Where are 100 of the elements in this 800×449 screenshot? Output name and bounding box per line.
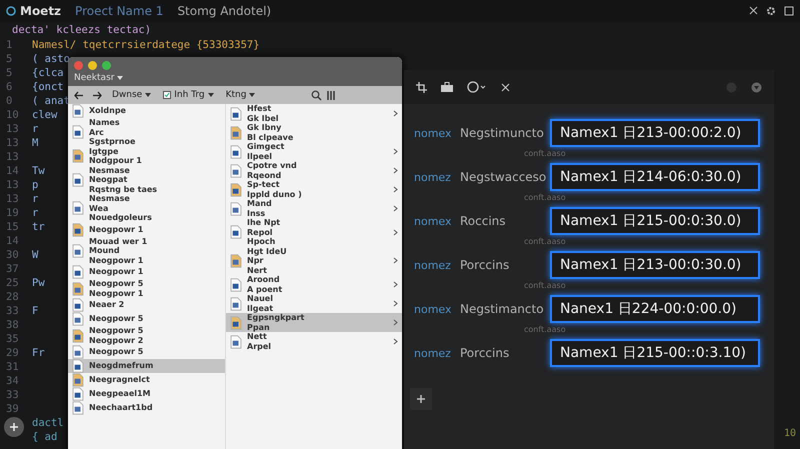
file-icon <box>230 278 242 292</box>
back-icon[interactable] <box>74 90 84 100</box>
line-number: 35 <box>6 332 20 346</box>
file-item[interactable]: Neegragnelct <box>68 373 225 387</box>
value-field[interactable]: Namex1 日213-00:00:2.0) <box>550 119 760 147</box>
file-item[interactable]: Neaer 2 <box>68 298 225 312</box>
minimize-button[interactable] <box>88 60 97 70</box>
file-icon <box>72 201 84 216</box>
file-item[interactable]: Neogdmefrum <box>68 359 225 373</box>
file-item[interactable]: Mouad wer 1 Mound Neogpowr 1 <box>68 236 225 265</box>
file-icon <box>72 172 84 187</box>
plus-icon <box>9 422 19 432</box>
line-number: 31 <box>6 360 20 374</box>
file-item[interactable]: Cpotre vnd Rqeond <box>226 161 402 180</box>
search-icon[interactable] <box>311 90 322 100</box>
file-item[interactable]: Sp-tect Ippld duno ) <box>226 180 402 199</box>
file-item[interactable]: Egpsngkpart Ppan <box>226 313 402 332</box>
add-button[interactable] <box>410 388 432 410</box>
line-number: 14 <box>6 164 20 178</box>
file-icon <box>72 265 84 279</box>
chevron-icon <box>393 167 398 174</box>
line-number: 10 <box>6 108 20 122</box>
filter-icon[interactable] <box>751 82 762 92</box>
value-field[interactable]: Nanex1 日224-00:0:00.0) <box>550 295 760 323</box>
file-item[interactable]: Neechaart1bd <box>68 401 225 415</box>
file-item[interactable]: Neogpowr 5 Neogpowr 2 <box>68 326 225 345</box>
file-item[interactable]: Aroond A poent <box>226 275 402 294</box>
close-icon[interactable] <box>501 82 510 92</box>
file-icon <box>230 225 242 240</box>
file-item[interactable]: Neogpowr 5 <box>68 345 225 359</box>
plus-icon <box>416 394 426 404</box>
file-item[interactable]: Hfest Gk Ibel <box>226 104 402 123</box>
file-item[interactable]: Hgt IdeU Npr Nert <box>226 246 402 275</box>
file-icon <box>230 334 242 348</box>
app-name: Moetz <box>20 4 62 18</box>
file-icon <box>72 104 84 118</box>
file-icon <box>72 373 84 387</box>
maximize-button[interactable] <box>102 60 111 70</box>
caret-icon[interactable] <box>117 76 124 80</box>
crop-icon[interactable] <box>416 82 427 92</box>
briefcase-icon[interactable] <box>441 82 453 92</box>
line-number: 30 <box>6 248 20 262</box>
file-item[interactable]: Neogpowr 5 Neogpowr 1 <box>68 279 225 298</box>
code-line: F <box>32 304 38 318</box>
settings-icon[interactable] <box>766 6 776 16</box>
file-item[interactable]: Xoldnpe <box>68 104 225 118</box>
value-field[interactable]: Namex1 日214-06:0:30.0) <box>550 163 760 191</box>
dropdown-button[interactable]: Inh Trg <box>161 89 216 101</box>
file-item[interactable]: Nesmase Neogpat Rqstng be taes <box>68 166 225 194</box>
row-caption: conft.aaso <box>524 149 566 158</box>
chevron-icon <box>393 319 398 326</box>
dropdown-button[interactable]: Dwnse <box>110 89 154 101</box>
dropdown-button[interactable]: Ktng <box>224 89 258 101</box>
row-caption: conft.aaso <box>524 325 566 334</box>
code-line: Pw <box>32 276 45 290</box>
file-item[interactable]: Ihe Npt Repol Hpoch <box>226 218 402 246</box>
code-line: ( asto <box>32 52 70 66</box>
file-item[interactable]: Mand Inss <box>226 199 402 218</box>
checkbox-icon <box>163 91 172 99</box>
file-icon <box>72 387 84 401</box>
chevron-icon <box>393 148 398 155</box>
window-title: Neektasr <box>74 73 114 83</box>
file-item[interactable]: Neegpeael1M <box>68 387 225 401</box>
value-field[interactable]: Namex1 日213-00:0:30.0) <box>550 251 760 279</box>
code-line: {onct <box>32 80 64 94</box>
file-item[interactable]: Neogpowr 1 <box>68 222 225 236</box>
code-line: W <box>32 248 38 262</box>
code-line: {clca <box>32 66 64 80</box>
file-item[interactable]: Nesmase Wea Nouedgoleurs <box>68 194 225 222</box>
close-icon[interactable] <box>749 6 758 15</box>
chevron-icon <box>393 228 398 236</box>
value-field[interactable]: Namex1 日215-00:0:30.0) <box>550 207 760 235</box>
circle-dropdown-icon[interactable] <box>467 81 487 93</box>
file-item[interactable]: Neogpowr 5 <box>68 312 225 326</box>
add-button[interactable] <box>4 417 24 437</box>
value-field[interactable]: Namex1 日215-00::0:3.10) <box>550 339 760 367</box>
line-number: 14 <box>6 234 20 248</box>
code-line: tr <box>32 220 45 234</box>
row-name: Porccins <box>460 346 510 360</box>
file-item[interactable]: Nett Arpel <box>226 332 402 351</box>
file-item[interactable]: Nauel Ilgeat <box>226 294 402 313</box>
file-icon <box>72 345 84 359</box>
line-number: 15 <box>6 220 20 234</box>
row-label: nomez <box>413 170 452 184</box>
file-item[interactable]: Neogpowr 1 <box>68 265 225 279</box>
forward-icon[interactable] <box>92 90 102 100</box>
caret-icon <box>208 93 214 97</box>
file-item[interactable]: Gimgect Ilpeel <box>226 142 402 161</box>
code-line: Namesl/ tqetcrrsierdatege {53303357} <box>32 38 260 52</box>
file-item[interactable]: Igtgpe Nodgpour 1 <box>68 146 225 166</box>
file-item[interactable]: Names Arc Sgstprnoe <box>68 118 225 146</box>
code-line: Fr <box>32 346 45 360</box>
line-number: 28 <box>6 290 20 304</box>
line-number: 37 <box>6 262 20 276</box>
columns-icon[interactable] <box>326 90 336 100</box>
layout-icon[interactable] <box>784 6 794 16</box>
file-icon <box>230 296 242 310</box>
line-number: 13 <box>6 122 20 136</box>
line-number: 1 <box>6 38 14 52</box>
file-item[interactable]: Gk Ibny Bl clpeave <box>226 123 402 142</box>
